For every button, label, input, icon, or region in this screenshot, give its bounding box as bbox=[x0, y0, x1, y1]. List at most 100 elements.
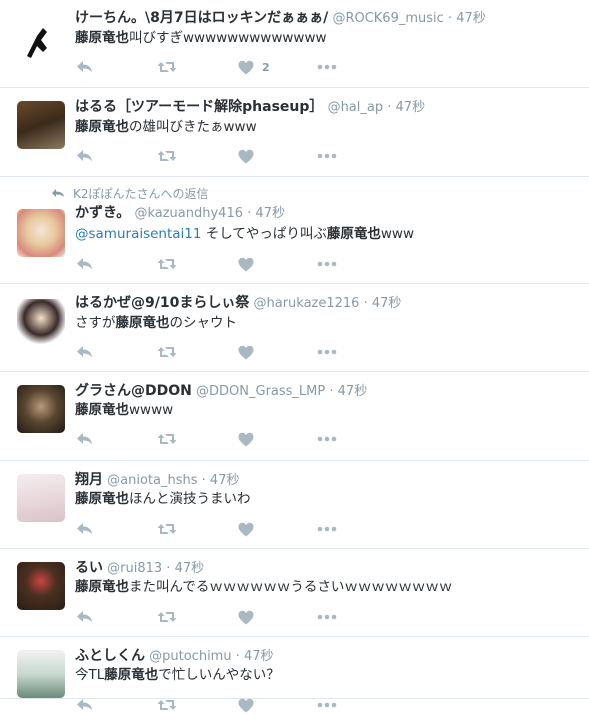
like-button[interactable] bbox=[238, 254, 262, 274]
username[interactable]: @rui813 bbox=[107, 561, 162, 576]
more-button[interactable] bbox=[317, 519, 337, 539]
more-button[interactable] bbox=[317, 146, 337, 166]
like-button[interactable] bbox=[238, 146, 262, 166]
tweet-text-wrap: 藤原竜也の雄叫びきたぁwww bbox=[75, 118, 581, 137]
like-button[interactable] bbox=[238, 695, 262, 715]
retweet-button[interactable] bbox=[157, 695, 177, 715]
text-segment: 叫びすぎwwwwwwwwwwwww bbox=[129, 30, 327, 46]
tweet-header: けーちん。\8月7日はロッキンだぁぁぁ/ @ROCK69_music · 47秒 bbox=[75, 9, 581, 28]
avatar[interactable] bbox=[17, 299, 65, 347]
avatar[interactable] bbox=[17, 209, 65, 257]
text-segment: のシャウト bbox=[169, 315, 238, 331]
like-button[interactable] bbox=[238, 519, 262, 539]
tweet-text: さすが藤原竜也のシャウト bbox=[75, 314, 581, 333]
like-button[interactable] bbox=[238, 342, 262, 362]
reply-context[interactable]: K2ぽぽんたさんへの返信 bbox=[51, 185, 209, 202]
tweet-text-wrap: 今TL藤原竜也で忙しいんやない？ bbox=[75, 666, 581, 685]
tweet-text: 藤原竜也また叫んでるｗｗｗｗｗｗうるさいｗｗｗｗｗｗｗｗ bbox=[75, 578, 581, 597]
more-icon bbox=[317, 702, 337, 708]
reply-button[interactable] bbox=[76, 254, 94, 274]
reply-button[interactable] bbox=[76, 695, 94, 715]
tweet-header: 翔月 @aniota_hshs · 47秒 bbox=[75, 471, 581, 490]
fullname[interactable]: はるかぜ@9/10まらしぃ祭 bbox=[75, 295, 249, 311]
timestamp[interactable]: 47秒 bbox=[372, 296, 402, 311]
like-button[interactable] bbox=[238, 607, 262, 627]
tweet[interactable]: K2ぽぽんたさんへの返信かずき。 @kazuandhy416 · 47秒 @sam… bbox=[0, 177, 589, 284]
tweet[interactable]: けーちん。\8月7日はロッキンだぁぁぁ/ @ROCK69_music · 47秒… bbox=[0, 0, 589, 88]
timestamp[interactable]: 47秒 bbox=[175, 561, 205, 576]
reply-button[interactable] bbox=[76, 607, 94, 627]
username[interactable]: @putochimu bbox=[149, 649, 231, 664]
avatar[interactable] bbox=[17, 474, 65, 522]
reply-button[interactable] bbox=[76, 519, 94, 539]
fullname[interactable]: かずき。 bbox=[75, 205, 130, 221]
more-button[interactable] bbox=[317, 57, 337, 77]
timestamp[interactable]: 47秒 bbox=[255, 206, 285, 221]
timestamp[interactable]: 47秒 bbox=[396, 100, 426, 115]
heart-icon bbox=[238, 60, 254, 75]
avatar[interactable] bbox=[17, 101, 65, 149]
avatar[interactable] bbox=[17, 385, 65, 433]
fullname[interactable]: はるる［ツアーモード解除phaseup］ bbox=[75, 99, 323, 115]
mention-link[interactable]: @samuraisentai11 bbox=[75, 226, 201, 242]
text-segment: また叫んでるｗｗｗｗｗｗうるさいｗｗｗｗｗｗｗｗ bbox=[129, 579, 453, 595]
reply-button[interactable] bbox=[76, 146, 94, 166]
username[interactable]: @hal_ap bbox=[328, 100, 384, 115]
tweet-content: るい @rui813 · 47秒 bbox=[75, 559, 581, 578]
more-button[interactable] bbox=[317, 695, 337, 715]
tweet-text-wrap: 藤原竜也また叫んでるｗｗｗｗｗｗうるさいｗｗｗｗｗｗｗｗ bbox=[75, 578, 581, 597]
more-button[interactable] bbox=[317, 342, 337, 362]
tweet[interactable]: はるる［ツアーモード解除phaseup］ @hal_ap · 47秒 藤原竜也の雄… bbox=[0, 88, 589, 177]
reply-icon bbox=[76, 148, 94, 164]
retweet-button[interactable] bbox=[157, 429, 177, 449]
avatar[interactable] bbox=[17, 562, 65, 610]
retweet-button[interactable] bbox=[157, 57, 177, 77]
retweet-button[interactable] bbox=[157, 254, 177, 274]
reply-icon bbox=[76, 59, 94, 75]
more-button[interactable] bbox=[317, 607, 337, 627]
fullname[interactable]: グラさん@DDON bbox=[75, 383, 192, 399]
fullname[interactable]: ふとしくん bbox=[75, 648, 145, 664]
tweet-text: 藤原竜也叫びすぎwwwwwwwwwwwww bbox=[75, 29, 581, 48]
tweet[interactable]: グラさん@DDON @DDON_Grass_LMP · 47秒 藤原竜也wwww bbox=[0, 372, 589, 461]
avatar[interactable] bbox=[17, 650, 65, 698]
separator: · bbox=[447, 11, 453, 26]
like-button[interactable] bbox=[238, 429, 262, 449]
timestamp[interactable]: 47秒 bbox=[456, 11, 486, 26]
tweet[interactable]: るい @rui813 · 47秒 藤原竜也また叫んでるｗｗｗｗｗｗうるさいｗｗｗｗ… bbox=[0, 549, 589, 637]
reply-button[interactable] bbox=[76, 57, 94, 77]
fullname[interactable]: るい bbox=[75, 560, 103, 576]
text-segment: さすが bbox=[75, 315, 116, 331]
username[interactable]: @aniota_hshs bbox=[107, 473, 197, 488]
tweet[interactable]: はるかぜ@9/10まらしぃ祭 @harukaze1216 · 47秒 さすが藤原竜… bbox=[0, 284, 589, 372]
tweet-actions bbox=[75, 254, 375, 274]
more-button[interactable] bbox=[317, 429, 337, 449]
avatar[interactable] bbox=[17, 16, 65, 64]
timestamp[interactable]: 47秒 bbox=[210, 473, 240, 488]
avatar-silhouette-icon bbox=[27, 28, 47, 58]
tweet-text-wrap: 藤原竜也叫びすぎwwwwwwwwwwwww bbox=[75, 29, 581, 48]
tweet-content: かずき。 @kazuandhy416 · 47秒 bbox=[75, 204, 581, 223]
retweet-button[interactable] bbox=[157, 342, 177, 362]
timestamp[interactable]: 47秒 bbox=[244, 649, 274, 664]
fullname[interactable]: けーちん。\8月7日はロッキンだぁぁぁ/ bbox=[75, 10, 328, 26]
timestamp[interactable]: 47秒 bbox=[338, 384, 368, 399]
tweet-content: ふとしくん @putochimu · 47秒 bbox=[75, 647, 581, 666]
reply-icon bbox=[76, 431, 94, 447]
username[interactable]: @DDON_Grass_LMP bbox=[196, 384, 325, 399]
username[interactable]: @ROCK69_music bbox=[332, 11, 443, 26]
more-button[interactable] bbox=[317, 254, 337, 274]
username[interactable]: @harukaze1216 bbox=[253, 296, 359, 311]
retweet-button[interactable] bbox=[157, 146, 177, 166]
like-button[interactable]: 2 bbox=[238, 57, 270, 77]
reply-button[interactable] bbox=[76, 342, 94, 362]
tweet-actions bbox=[75, 146, 375, 166]
text-segment: そしてやっぱり叫ぶ bbox=[201, 226, 327, 242]
fullname[interactable]: 翔月 bbox=[75, 472, 103, 488]
tweet[interactable]: ふとしくん @putochimu · 47秒 今TL藤原竜也で忙しいんやない？ bbox=[0, 637, 589, 712]
tweet[interactable]: 翔月 @aniota_hshs · 47秒 藤原竜也ほんと演技うまいわ bbox=[0, 461, 589, 549]
retweet-button[interactable] bbox=[157, 519, 177, 539]
reply-button[interactable] bbox=[76, 429, 94, 449]
username[interactable]: @kazuandhy416 bbox=[134, 206, 243, 221]
retweet-button[interactable] bbox=[157, 607, 177, 627]
